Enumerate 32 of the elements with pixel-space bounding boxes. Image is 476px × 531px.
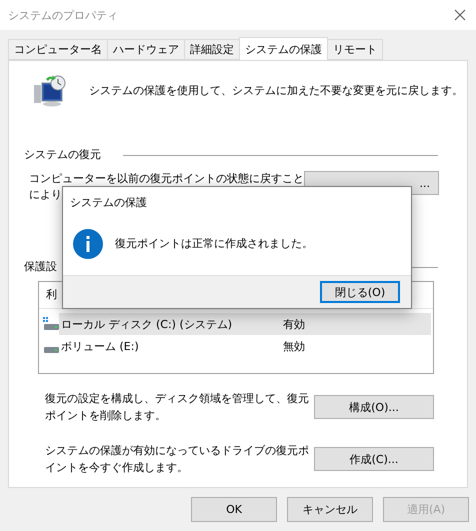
dialog-button[interactable]: キャンセル [287, 497, 373, 522]
close-button[interactable]: 閉じる(O) [320, 281, 400, 303]
section-title: システムの復元 [24, 147, 101, 163]
dialog-message: 復元ポイントは正常に作成されました。 [115, 236, 313, 252]
tab[interactable]: リモート [327, 39, 383, 60]
action-description: システムの保護が有効になっているドライブの復元ポイントを今すぐ作成します。 [45, 443, 310, 476]
tab[interactable]: コンピューター名 [8, 39, 108, 60]
drive-row[interactable]: ローカル ディスク (C:) (システム) 有効 [59, 313, 431, 335]
action-description: 復元の設定を構成し、ディスク領域を管理して、復元ポイントを削除します。 [45, 391, 310, 424]
dialog-button[interactable]: OK [191, 497, 277, 522]
tab[interactable]: 詳細設定 [184, 39, 240, 60]
protection-status: 有効 [283, 316, 306, 332]
computer-icon [33, 75, 67, 107]
tab[interactable]: システムの保護 [239, 37, 328, 60]
drive-icon [44, 346, 59, 352]
drive-row[interactable]: ボリューム (E:) 無効 [59, 335, 431, 357]
window-title: システムのプロパティ [8, 8, 118, 22]
section-title: 保護設 [24, 259, 57, 275]
intro-text: システムの保護を使用して、システムに加えた不要な変更を元に戻します。 [89, 83, 463, 99]
action-button[interactable]: 作成(C)... [314, 447, 434, 471]
restore-description: コンピューターを以前の復元ポイントの状態に戻すこと [29, 171, 304, 187]
drive-name: ローカル ディスク (C:) (システム) [60, 316, 234, 332]
info-icon [73, 229, 103, 259]
tab[interactable]: ハードウェア [107, 39, 185, 60]
drive-name: ボリューム (E:) [60, 338, 140, 354]
action-button[interactable]: 構成(O)... [314, 395, 434, 419]
close-icon[interactable] [454, 9, 466, 21]
restore-description: により [29, 187, 62, 203]
column-header[interactable]: 利 [46, 287, 57, 303]
dialog-title: システムの保護 [70, 195, 148, 211]
drive-icon [43, 317, 59, 331]
protection-status: 無効 [283, 338, 306, 354]
